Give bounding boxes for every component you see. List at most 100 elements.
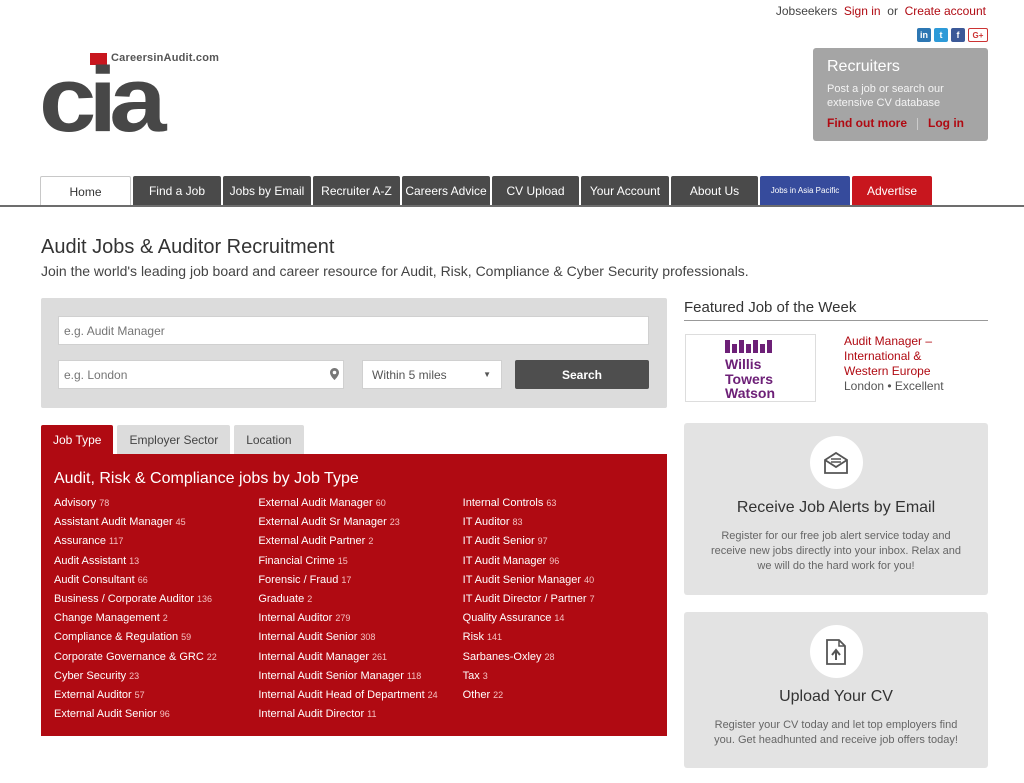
job-type-item[interactable]: Internal Audit Director 11 [258, 705, 462, 724]
job-type-link[interactable]: Quality Assurance [463, 612, 552, 624]
job-type-item[interactable]: Audit Assistant 13 [54, 552, 258, 571]
job-type-item[interactable]: Internal Audit Senior 308 [258, 628, 462, 647]
job-type-link[interactable]: Internal Audit Senior Manager [258, 670, 404, 682]
job-type-link[interactable]: Audit Assistant [54, 555, 126, 567]
job-type-item[interactable]: Advisory 78 [54, 494, 258, 513]
job-type-item[interactable]: Internal Auditor 279 [258, 609, 462, 628]
job-type-item[interactable]: Change Management 2 [54, 609, 258, 628]
job-type-item[interactable]: External Audit Partner 2 [258, 532, 462, 551]
tab-location[interactable]: Location [234, 425, 304, 454]
twitter-icon[interactable]: t [934, 28, 948, 42]
nav-about-us[interactable]: About Us [671, 176, 758, 205]
job-type-item[interactable]: IT Audit Manager 96 [463, 552, 667, 571]
nav-find-a-job[interactable]: Find a Job [133, 176, 221, 205]
upload-cv-box[interactable]: Upload Your CV Register your CV today an… [684, 612, 988, 768]
job-type-link[interactable]: Business / Corporate Auditor [54, 593, 194, 605]
nav-jobs-by-email[interactable]: Jobs by Email [223, 176, 311, 205]
linkedin-icon[interactable]: in [917, 28, 931, 42]
job-type-item[interactable]: Other 22 [463, 686, 667, 705]
job-type-item[interactable]: Internal Audit Senior Manager 118 [258, 667, 462, 686]
job-type-item[interactable]: Compliance & Regulation 59 [54, 628, 258, 647]
job-type-item[interactable]: Forensic / Fraud 17 [258, 571, 462, 590]
job-type-link[interactable]: Assurance [54, 535, 106, 547]
facebook-icon[interactable]: f [951, 28, 965, 42]
job-type-link[interactable]: Internal Auditor [258, 612, 332, 624]
keyword-input[interactable] [58, 316, 649, 345]
job-type-item[interactable]: IT Audit Senior Manager 40 [463, 571, 667, 590]
job-type-link[interactable]: IT Auditor [463, 516, 510, 528]
job-type-link[interactable]: Tax [463, 670, 480, 682]
job-type-item[interactable]: Tax 3 [463, 667, 667, 686]
job-type-item[interactable]: Financial Crime 15 [258, 552, 462, 571]
job-type-item[interactable]: External Audit Manager 60 [258, 494, 462, 513]
job-type-item[interactable]: Quality Assurance 14 [463, 609, 667, 628]
nav-advertise[interactable]: Advertise [852, 176, 932, 205]
job-type-link[interactable]: External Audit Manager [258, 497, 372, 509]
job-type-link[interactable]: Other [463, 689, 491, 701]
job-type-item[interactable]: IT Auditor 83 [463, 513, 667, 532]
nav-careers-advice[interactable]: Careers Advice [402, 176, 490, 205]
job-type-item[interactable]: Assurance 117 [54, 532, 258, 551]
job-type-link[interactable]: Internal Audit Senior [258, 631, 357, 643]
job-alerts-box[interactable]: Receive Job Alerts by Email Register for… [684, 423, 988, 595]
job-type-link[interactable]: Change Management [54, 612, 160, 624]
job-type-link[interactable]: Advisory [54, 497, 96, 509]
job-type-link[interactable]: External Audit Senior [54, 708, 157, 720]
job-type-item[interactable]: External Audit Sr Manager 23 [258, 513, 462, 532]
location-input[interactable] [58, 360, 344, 389]
tab-employer-sector[interactable]: Employer Sector [117, 425, 231, 454]
job-type-item[interactable]: Sarbanes-Oxley 28 [463, 648, 667, 667]
create-account-link[interactable]: Create account [905, 4, 986, 18]
job-type-link[interactable]: IT Audit Manager [463, 555, 547, 567]
job-type-item[interactable]: Graduate 2 [258, 590, 462, 609]
job-type-link[interactable]: Risk [463, 631, 484, 643]
job-type-link[interactable]: External Auditor [54, 689, 132, 701]
employer-logo[interactable]: Willis Towers Watson [685, 334, 816, 402]
job-type-link[interactable]: Compliance & Regulation [54, 631, 178, 643]
find-out-more-link[interactable]: Find out more [827, 116, 907, 130]
job-type-link[interactable]: External Audit Partner [258, 535, 365, 547]
job-type-item[interactable]: External Auditor 57 [54, 686, 258, 705]
job-type-link[interactable]: Assistant Audit Manager [54, 516, 173, 528]
job-type-item[interactable]: External Audit Senior 96 [54, 705, 258, 724]
job-type-link[interactable]: Internal Audit Director [258, 708, 364, 720]
job-type-link[interactable]: Graduate [258, 593, 304, 605]
job-type-link[interactable]: IT Audit Director / Partner [463, 593, 587, 605]
job-type-item[interactable]: Internal Audit Head of Department 24 [258, 686, 462, 705]
job-type-item[interactable]: Corporate Governance & GRC 22 [54, 648, 258, 667]
job-type-item[interactable]: Assistant Audit Manager 45 [54, 513, 258, 532]
job-type-item[interactable]: Internal Controls 63 [463, 494, 667, 513]
job-type-link[interactable]: IT Audit Senior [463, 535, 535, 547]
tab-job-type[interactable]: Job Type [41, 425, 114, 454]
job-type-item[interactable]: Cyber Security 23 [54, 667, 258, 686]
job-type-link[interactable]: Forensic / Fraud [258, 574, 338, 586]
sign-in-link[interactable]: Sign in [844, 4, 881, 18]
job-type-item[interactable]: IT Audit Director / Partner 7 [463, 590, 667, 609]
job-type-item[interactable]: Audit Consultant 66 [54, 571, 258, 590]
job-type-item[interactable]: Risk 141 [463, 628, 667, 647]
job-type-link[interactable]: Audit Consultant [54, 574, 135, 586]
job-type-link[interactable]: IT Audit Senior Manager [463, 574, 581, 586]
job-type-link[interactable]: Financial Crime [258, 555, 334, 567]
radius-select[interactable]: Within 5 miles ▼ [362, 360, 502, 389]
nav-jobs-asia-pacific[interactable]: Jobs in Asia Pacific [760, 176, 850, 205]
googleplus-icon[interactable]: G+ [968, 28, 988, 42]
job-type-link[interactable]: Corporate Governance & GRC [54, 651, 204, 663]
job-type-item[interactable]: Business / Corporate Auditor 136 [54, 590, 258, 609]
job-type-item[interactable]: Internal Audit Manager 261 [258, 648, 462, 667]
recruiter-login-link[interactable]: Log in [928, 116, 964, 130]
job-type-link[interactable]: Internal Audit Head of Department [258, 689, 424, 701]
site-logo[interactable]: CareersinAudit.com cia [39, 52, 241, 146]
job-type-link[interactable]: Sarbanes-Oxley [463, 651, 542, 663]
nav-recruiter-az[interactable]: Recruiter A-Z [313, 176, 400, 205]
job-type-link[interactable]: Cyber Security [54, 670, 126, 682]
search-button[interactable]: Search [515, 360, 649, 389]
job-type-item[interactable]: IT Audit Senior 97 [463, 532, 667, 551]
job-type-link[interactable]: Internal Controls [463, 497, 544, 509]
nav-cv-upload[interactable]: CV Upload [492, 176, 579, 205]
job-type-link[interactable]: External Audit Sr Manager [258, 516, 386, 528]
nav-your-account[interactable]: Your Account [581, 176, 669, 205]
featured-job-title-link[interactable]: Audit Manager – International & Western … [844, 334, 969, 379]
job-type-link[interactable]: Internal Audit Manager [258, 651, 369, 663]
nav-home[interactable]: Home [40, 176, 131, 206]
